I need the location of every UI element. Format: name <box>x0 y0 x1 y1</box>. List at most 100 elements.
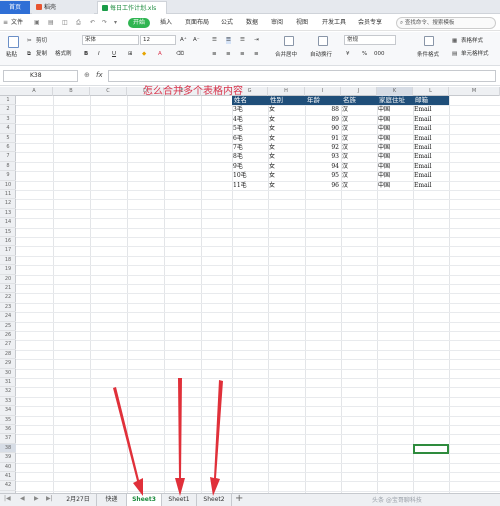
menu-data[interactable]: 数据 <box>246 18 258 28</box>
sheet-tab-sheet2[interactable]: Sheet2 <box>197 494 232 506</box>
row-header[interactable]: 26 <box>0 331 16 341</box>
align-bottom-icon[interactable]: ☰ <box>240 37 245 44</box>
merge-center-button[interactable]: 合并居中 <box>275 52 297 59</box>
font-name-select[interactable]: 宋体 <box>82 35 139 45</box>
border-icon[interactable]: ⊞ <box>128 51 133 58</box>
underline-button[interactable]: U <box>112 51 116 58</box>
paste-icon[interactable] <box>8 36 19 48</box>
table-cell-age[interactable]: 94 <box>305 162 340 171</box>
table-cell-addr[interactable]: 中国 <box>378 124 413 133</box>
zoom-icon[interactable]: ⊕ <box>84 71 90 79</box>
menu-formula[interactable]: 公式 <box>221 18 233 28</box>
percent-button[interactable]: % <box>362 51 367 58</box>
table-cell-age[interactable]: 90 <box>305 124 340 133</box>
row-header[interactable]: 18 <box>0 256 16 266</box>
table-cell-ethnic[interactable]: 汉 <box>342 105 377 114</box>
cell-style-button[interactable]: 单元格样式 <box>461 51 489 58</box>
sheet-tab-sheet1[interactable]: Sheet1 <box>162 494 197 506</box>
row-header[interactable]: 28 <box>0 350 16 360</box>
row-header[interactable]: 25 <box>0 322 16 331</box>
row-header[interactable]: 35 <box>0 416 16 425</box>
dropdown-icon[interactable]: ▾ <box>114 18 117 28</box>
table-cell-name[interactable]: 11毛 <box>233 181 268 190</box>
column-header[interactable]: A <box>16 87 53 96</box>
row-header[interactable]: 29 <box>0 359 16 369</box>
row-header[interactable]: 38 <box>0 443 16 454</box>
column-header[interactable]: C <box>90 87 127 96</box>
align-left-icon[interactable]: ≡ <box>212 51 217 58</box>
table-cell-name[interactable]: 8毛 <box>233 152 268 161</box>
table-style-icon[interactable]: ▦ <box>452 38 457 45</box>
wrap-text-icon[interactable] <box>318 36 328 46</box>
column-header[interactable]: I <box>305 87 341 96</box>
table-cell-name[interactable]: 5毛 <box>233 124 268 133</box>
table-cell-ethnic[interactable]: 汉 <box>342 171 377 180</box>
formula-input[interactable] <box>108 70 496 82</box>
table-cell-ethnic[interactable]: 汉 <box>342 143 377 152</box>
row-header[interactable]: 24 <box>0 312 16 322</box>
last-sheet-icon[interactable]: ▶| <box>46 495 53 502</box>
row-header[interactable]: 22 <box>0 293 16 303</box>
wrap-text-button[interactable]: 自动换行 <box>310 52 332 59</box>
row-header[interactable]: 27 <box>0 340 16 350</box>
table-cell-gender[interactable]: 女 <box>269 152 305 161</box>
table-header-cell[interactable]: 性别 <box>268 96 305 106</box>
table-cell-age[interactable]: 93 <box>305 152 340 161</box>
table-cell-ethnic[interactable]: 汉 <box>342 162 377 171</box>
hamburger-icon[interactable]: ≡ <box>3 18 8 28</box>
table-cell-email[interactable]: Email <box>414 143 449 152</box>
undo-icon[interactable]: ↶ <box>90 18 95 28</box>
table-cell-addr[interactable]: 中国 <box>378 105 413 114</box>
table-cell-ethnic[interactable]: 汉 <box>342 181 377 190</box>
menu-developer[interactable]: 开发工具 <box>322 18 346 28</box>
row-header[interactable]: 39 <box>0 453 16 463</box>
table-cell-gender[interactable]: 女 <box>269 143 305 152</box>
search-input[interactable]: ⌕ 查找命令、搜索模板 <box>396 17 496 29</box>
row-header[interactable]: 13 <box>0 209 16 219</box>
table-cell-addr[interactable]: 中国 <box>378 143 413 152</box>
row-header[interactable]: 1 <box>0 96 16 106</box>
copy-icon[interactable]: ⧉ <box>27 51 31 58</box>
column-header[interactable]: J <box>341 87 377 96</box>
table-cell-ethnic[interactable]: 汉 <box>342 115 377 124</box>
row-header[interactable]: 5 <box>0 134 16 143</box>
save-icon[interactable]: ▣ <box>34 18 40 28</box>
row-header[interactable]: 34 <box>0 406 16 416</box>
table-header-cell[interactable]: 邮箱 <box>413 96 449 106</box>
justify-icon[interactable]: ≡ <box>254 51 259 58</box>
menu-page-layout[interactable]: 页面布局 <box>185 18 209 28</box>
table-cell-name[interactable]: 7毛 <box>233 143 268 152</box>
table-cell-age[interactable]: 92 <box>305 143 340 152</box>
indent-icon[interactable]: ⇥ <box>254 37 259 44</box>
table-cell-email[interactable]: Email <box>414 124 449 133</box>
column-header[interactable]: L <box>413 87 449 96</box>
table-cell-name[interactable]: 4毛 <box>233 115 268 124</box>
row-header[interactable]: 4 <box>0 124 16 134</box>
table-cell-age[interactable]: 96 <box>305 181 340 190</box>
font-color-icon[interactable]: A <box>158 51 162 58</box>
row-header[interactable]: 14 <box>0 218 16 228</box>
table-cell-gender[interactable]: 女 <box>269 124 305 133</box>
export-icon[interactable]: ⎙ <box>76 18 81 28</box>
row-header[interactable]: 11 <box>0 190 16 200</box>
row-header[interactable]: 9 <box>0 171 16 181</box>
menu-start[interactable]: 开始 <box>128 18 151 28</box>
cut-icon[interactable]: ✂ <box>27 38 32 45</box>
next-sheet-icon[interactable]: ▶ <box>34 495 39 502</box>
tab-workbook[interactable]: 每日工作计划.xls <box>97 1 167 14</box>
first-sheet-icon[interactable]: |◀ <box>4 495 11 502</box>
table-cell-name[interactable]: 9毛 <box>233 162 268 171</box>
align-top-icon[interactable]: ☰ <box>212 37 217 44</box>
menu-insert[interactable]: 插入 <box>160 18 172 28</box>
row-header[interactable]: 3 <box>0 115 16 125</box>
row-header[interactable]: 10 <box>0 181 16 190</box>
table-cell-ethnic[interactable]: 汉 <box>342 124 377 133</box>
column-header[interactable]: M <box>449 87 500 96</box>
table-cell-gender[interactable]: 女 <box>269 171 305 180</box>
table-cell-email[interactable]: Email <box>414 162 449 171</box>
spreadsheet-grid[interactable]: ABCDEFGHIJKLM 1 2 3 4 5 6 7 8 9 10 11 12 13 14 15 16 17 1… <box>0 86 500 493</box>
tab-home[interactable]: 首页 <box>0 1 30 14</box>
print-icon[interactable]: ▤ <box>48 18 54 28</box>
cond-format-icon[interactable] <box>424 36 434 46</box>
row-header[interactable]: 19 <box>0 265 16 275</box>
